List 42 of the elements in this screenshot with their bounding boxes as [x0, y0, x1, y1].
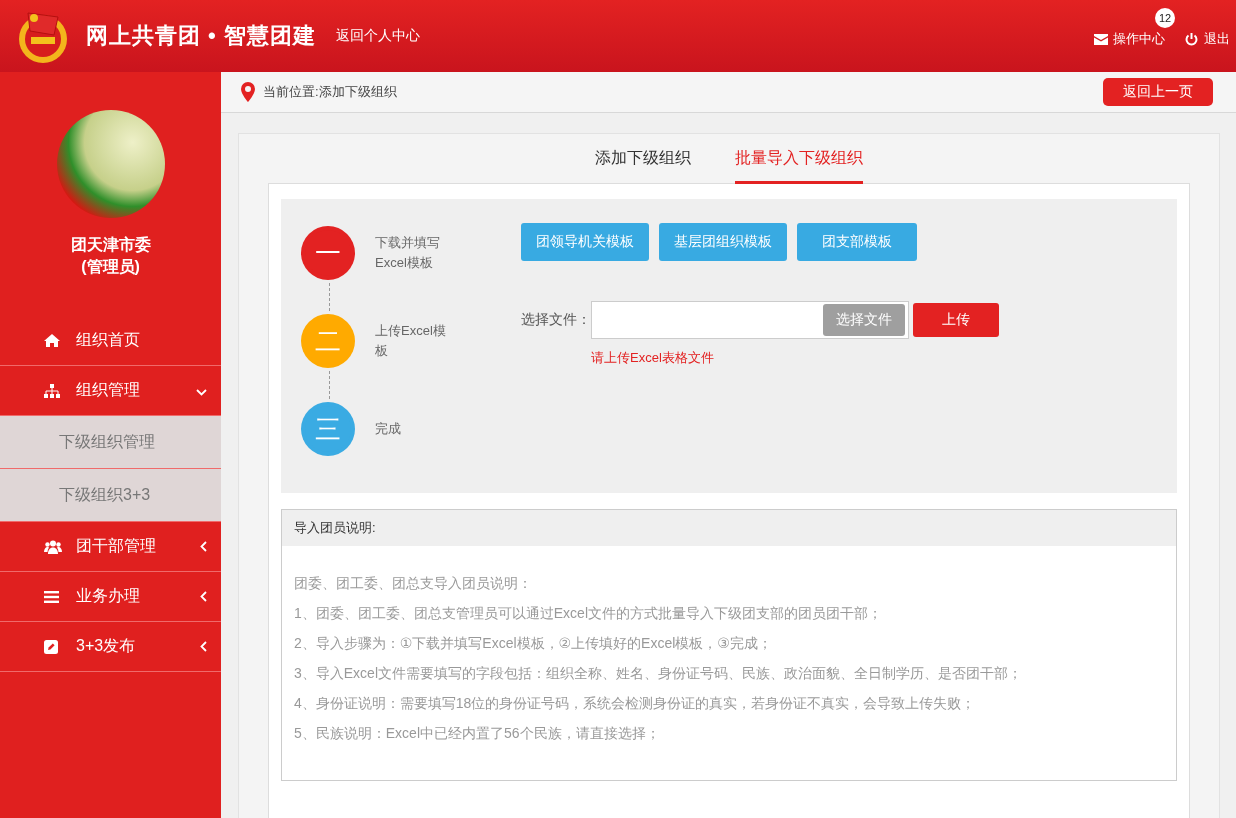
back-button[interactable]: 返回上一页 — [1103, 78, 1213, 106]
step-label: 完成 — [375, 420, 402, 438]
user-name: 团天津市委 — [69, 235, 152, 255]
step-label: 下载并填写Excel模板 — [375, 234, 441, 272]
upload-button[interactable]: 上传 — [913, 303, 999, 337]
site-title: 网上共青团 • 智慧团建 — [86, 22, 316, 50]
template-download-button[interactable]: 团领导机关模板 — [521, 223, 649, 261]
step-number-circle: 二 — [301, 314, 355, 368]
users-icon — [44, 539, 62, 554]
location-pin-icon — [241, 82, 255, 102]
submenu-item[interactable]: 下级组织3+3 — [0, 469, 221, 522]
home-link[interactable]: 返回个人中心 — [335, 27, 420, 45]
file-label: 选择文件： — [521, 311, 591, 329]
note-line: 1、团委、团工委、团总支管理员可以通过Excel文件的方式批量导入下级团支部的团员团干部； — [294, 604, 884, 623]
template-download-button[interactable]: 基层团组织模板 — [659, 223, 787, 261]
link-label: 退出 — [1204, 30, 1230, 48]
upload-hint: 请上传Excel表格文件 — [591, 349, 715, 367]
breadcrumb-text: 当前位置:添加下级组织 — [263, 83, 398, 101]
logout-link[interactable]: 退出 — [1185, 30, 1230, 48]
step-label: 上传Excel模板 — [375, 322, 447, 360]
note-line: 4、身份证说明：需要填写18位的身份证号码，系统会检测身份证的真实，若身份证不真实，会导致上传失败； — [294, 694, 977, 713]
submenu-item[interactable]: 下级组织管理 — [0, 416, 221, 469]
tab[interactable]: 添加下级组织 — [595, 148, 691, 184]
mail-icon — [1094, 33, 1108, 45]
template-download-button[interactable]: 团支部模板 — [797, 223, 917, 261]
power-icon — [1185, 32, 1198, 46]
note-line: 团委、团工委、团总支导入团员说明： — [294, 574, 533, 593]
step-number-circle: 三 — [301, 402, 355, 456]
edit-icon — [44, 639, 58, 654]
home-icon — [44, 334, 60, 347]
note-line: 5、民族说明：Excel中已经内置了56个民族，请直接选择； — [294, 724, 661, 743]
file-input-field[interactable]: 选择文件 — [591, 301, 909, 339]
notification-badge: 12 — [1155, 8, 1175, 28]
user-role: (管理员) — [80, 257, 141, 277]
step-number-circle: 一 — [301, 226, 355, 280]
menu-icon — [44, 590, 59, 603]
note-line: 3、导入Excel文件需要填写的字段包括：组织全称、姓名、身份证号码、民族、政治面貌、全日制学历、是否团干部； — [294, 664, 1024, 683]
note-line: 2、导入步骤为：①下载并填写Excel模板，②上传填好的Excel模板，③完成； — [294, 634, 773, 653]
link-label: 操作中心 — [1113, 30, 1165, 48]
choose-file-button[interactable]: 选择文件 — [823, 304, 905, 336]
sitemap-icon — [44, 383, 60, 398]
notes-title: 导入团员说明: — [282, 510, 1176, 546]
